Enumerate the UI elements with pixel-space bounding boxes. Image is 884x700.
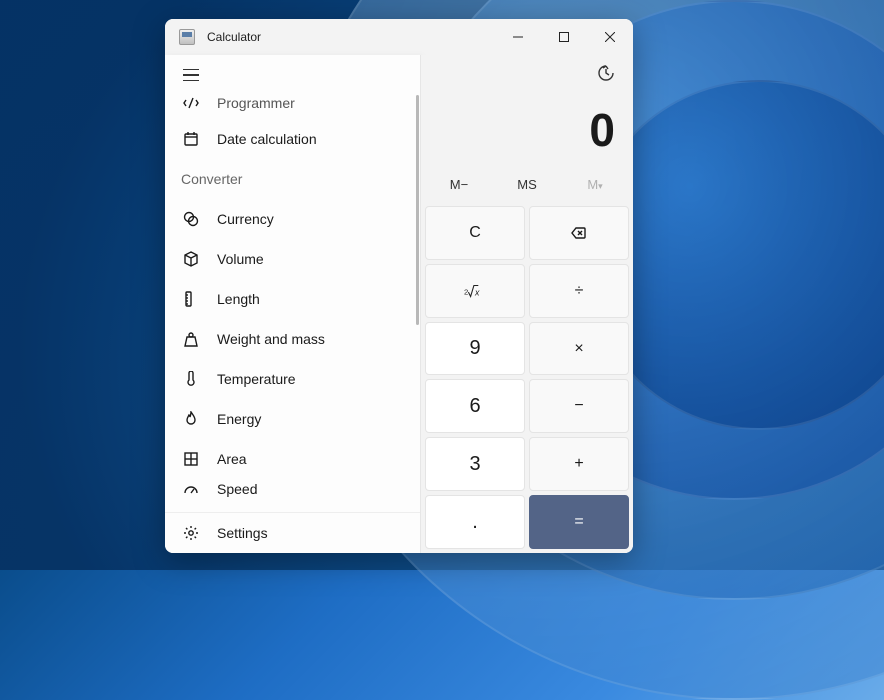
hamburger-menu-button[interactable]: [183, 69, 199, 81]
nav-item-length[interactable]: Length: [165, 279, 420, 319]
window-title: Calculator: [207, 30, 495, 44]
gear-icon: [183, 525, 199, 541]
divide-button[interactable]: ÷: [529, 264, 629, 318]
digit-3-button[interactable]: 3: [425, 437, 525, 491]
nav-label: Settings: [217, 525, 268, 541]
sidebar-scrollbar[interactable]: [416, 95, 420, 512]
cube-icon: [183, 251, 199, 267]
nav-label: Temperature: [217, 371, 296, 387]
chevron-down-icon: ▾: [598, 181, 603, 191]
currency-icon: [183, 211, 199, 227]
titlebar[interactable]: Calculator: [165, 19, 633, 55]
nav-item-speed[interactable]: Speed: [165, 479, 420, 499]
programmer-icon: [183, 95, 199, 111]
minimize-button[interactable]: [495, 19, 541, 55]
nav-scroll-area[interactable]: Programmer Date calculation Converter: [165, 95, 420, 512]
nav-item-area[interactable]: Area: [165, 439, 420, 479]
nav-item-volume[interactable]: Volume: [165, 239, 420, 279]
nav-item-currency[interactable]: Currency: [165, 199, 420, 239]
history-button[interactable]: [597, 64, 615, 87]
nav-item-weight[interactable]: Weight and mass: [165, 319, 420, 359]
equals-button[interactable]: =: [529, 495, 629, 549]
nav-label: Weight and mass: [217, 331, 325, 347]
clear-button[interactable]: C: [425, 206, 525, 260]
root-icon: 2x: [464, 283, 486, 299]
nav-item-date-calculation[interactable]: Date calculation: [165, 119, 420, 159]
multiply-button[interactable]: ×: [529, 322, 629, 376]
nav-label: Speed: [217, 481, 257, 497]
calculator-app-icon: [179, 29, 195, 45]
nav-label: Volume: [217, 251, 264, 267]
scrollbar-thumb[interactable]: [416, 95, 419, 325]
navigation-sidebar: Programmer Date calculation Converter: [165, 55, 421, 553]
svg-text:x: x: [474, 287, 480, 297]
calculator-window: Calculator: [165, 19, 633, 553]
nav-label: Energy: [217, 411, 261, 427]
flame-icon: [183, 411, 199, 427]
memory-minus-button[interactable]: M−: [425, 171, 493, 198]
plus-button[interactable]: +: [529, 437, 629, 491]
thermometer-icon: [183, 371, 199, 387]
backspace-button[interactable]: [529, 206, 629, 260]
nav-item-temperature[interactable]: Temperature: [165, 359, 420, 399]
backspace-icon: [571, 225, 587, 241]
history-icon: [597, 64, 615, 82]
nav-item-energy[interactable]: Energy: [165, 399, 420, 439]
memory-list-button[interactable]: M▾: [561, 171, 629, 198]
memory-row: M− MS M▾: [421, 171, 633, 202]
close-icon: [605, 32, 615, 42]
svg-text:2: 2: [464, 287, 468, 296]
digit-6-button[interactable]: 6: [425, 379, 525, 433]
calculator-panel: 0 M− MS M▾ C 2x ÷ 9 × 6 −: [421, 55, 633, 553]
nav-label: Date calculation: [217, 131, 317, 147]
nav-item-settings[interactable]: Settings: [165, 513, 420, 553]
maximize-button[interactable]: [541, 19, 587, 55]
maximize-icon: [559, 32, 569, 42]
minus-button[interactable]: −: [529, 379, 629, 433]
nav-label: Area: [217, 451, 247, 467]
speedometer-icon: [183, 481, 199, 497]
ruler-icon: [183, 291, 199, 307]
result-display: 0: [421, 95, 633, 171]
decimal-button[interactable]: .: [425, 495, 525, 549]
nav-label: Programmer: [217, 95, 295, 111]
nav-label: Currency: [217, 211, 274, 227]
keypad: C 2x ÷ 9 × 6 − 3 + . =: [421, 202, 633, 553]
nav-label: Length: [217, 291, 260, 307]
minimize-icon: [513, 32, 523, 42]
memory-store-button[interactable]: MS: [493, 171, 561, 198]
weight-icon: [183, 331, 199, 347]
nav-item-programmer[interactable]: Programmer: [165, 95, 420, 119]
window-controls: [495, 19, 633, 55]
calendar-icon: [183, 131, 199, 147]
grid-icon: [183, 451, 199, 467]
root-button[interactable]: 2x: [425, 264, 525, 318]
close-button[interactable]: [587, 19, 633, 55]
nav-section-converter: Converter: [165, 159, 420, 199]
digit-9-button[interactable]: 9: [425, 322, 525, 376]
